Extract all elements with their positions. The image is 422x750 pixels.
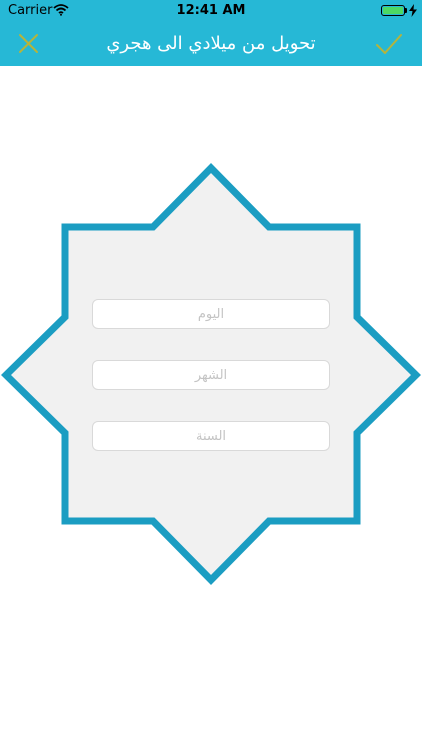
status-bar: Carrier 12:41 AM [0,0,422,22]
charging-bolt-icon [409,4,417,17]
battery-level-fill [383,7,403,14]
confirm-button[interactable] [374,30,404,58]
month-input[interactable] [92,360,330,390]
nav-bar: تحويل من ميلادي الى هجري [0,22,422,66]
status-time: 12:41 AM [176,3,246,18]
page-title: تحويل من ميلادي الى هجري [106,33,316,54]
close-button[interactable] [14,30,44,58]
day-input[interactable] [92,299,330,329]
checkmark-icon [376,34,402,54]
close-x-icon [19,34,38,53]
app-header: Carrier 12:41 AM تحويل من ميلادي الى هجر… [0,0,422,66]
battery-icon [381,5,405,16]
battery-tip [405,8,407,13]
year-input[interactable] [92,421,330,451]
